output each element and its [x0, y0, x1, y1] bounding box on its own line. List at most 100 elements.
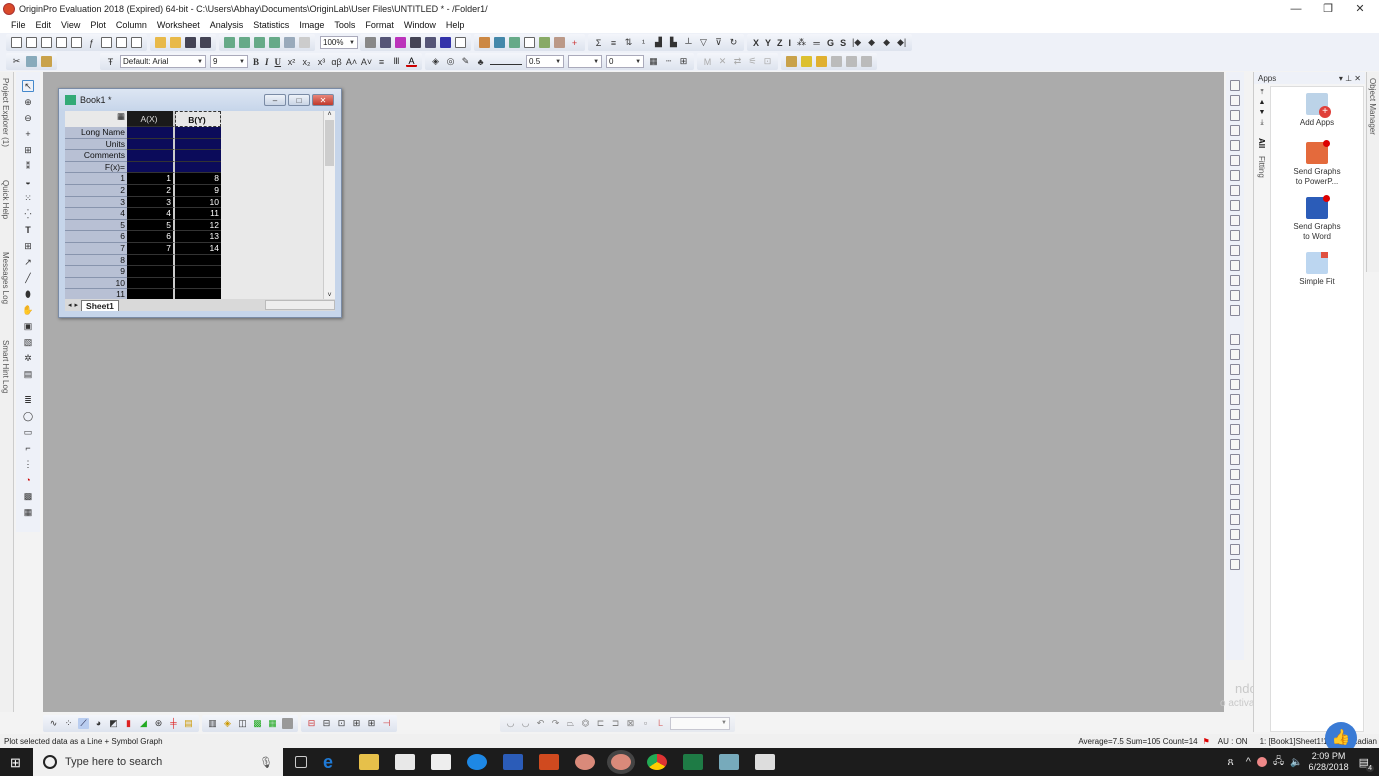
- tilt-right-icon[interactable]: ↷: [550, 718, 561, 729]
- file-explorer-icon[interactable]: [359, 754, 379, 770]
- scroll-thumb[interactable]: [325, 120, 334, 166]
- draw-data-icon[interactable]: ⁛: [22, 208, 34, 220]
- menu-view[interactable]: View: [56, 20, 85, 30]
- close-button[interactable]: ✕: [1344, 0, 1376, 17]
- label-icon[interactable]: ⁂: [796, 37, 807, 48]
- new-graph-icon[interactable]: [56, 37, 67, 48]
- select-all-corner[interactable]: ▦: [65, 111, 127, 127]
- group-icon[interactable]: [816, 56, 828, 67]
- powerpoint-taskbar-icon[interactable]: [539, 754, 559, 770]
- cut-icon[interactable]: ✂: [11, 56, 22, 67]
- row-header[interactable]: 10: [65, 277, 127, 290]
- heatmap-icon[interactable]: ▩: [252, 718, 263, 729]
- cell[interactable]: [127, 254, 175, 267]
- 3d-bars-icon[interactable]: ▥: [207, 718, 218, 729]
- superscript-icon[interactable]: x²: [286, 56, 297, 67]
- add-axis-icon[interactable]: [1230, 95, 1240, 106]
- fill-pattern-icon[interactable]: ▦: [648, 56, 659, 67]
- workbook-minimize-button[interactable]: –: [264, 94, 286, 106]
- supersubscript-icon[interactable]: x³: [316, 56, 327, 67]
- 3d-scatter-icon[interactable]: ◫: [237, 718, 248, 729]
- worksheet-grid[interactable]: ▦ A(X) B(Y) Long Name Units Comments F(x…: [65, 111, 327, 299]
- menu-statistics[interactable]: Statistics: [248, 20, 294, 30]
- volume-icon[interactable]: 🔈: [1290, 757, 1302, 768]
- align-top-icon[interactable]: [1230, 364, 1240, 375]
- pattern-color-icon[interactable]: ◎: [445, 56, 456, 67]
- text-tool-icon[interactable]: T: [22, 224, 34, 236]
- cell[interactable]: 9: [175, 184, 221, 197]
- arrange-layers-icon[interactable]: [1230, 80, 1240, 91]
- swap-icon[interactable]: ⇄: [732, 56, 743, 67]
- command-window-icon[interactable]: [425, 37, 436, 48]
- new-folder-icon[interactable]: [26, 37, 37, 48]
- row-header[interactable]: 11: [65, 289, 127, 299]
- cell[interactable]: 10: [175, 196, 221, 209]
- tab-quick-help[interactable]: Quick Help: [1, 180, 10, 219]
- fit-icon[interactable]: [1230, 559, 1240, 570]
- vertical-panel-icon[interactable]: ⊡: [336, 718, 347, 729]
- new-layout-icon[interactable]: [101, 37, 112, 48]
- app-icon[interactable]: [467, 754, 487, 770]
- nav-top-icon[interactable]: ⤒: [1256, 88, 1268, 98]
- distribute-icon[interactable]: [861, 56, 873, 67]
- cell[interactable]: 7: [127, 242, 175, 255]
- scroll-down-icon[interactable]: ˅: [324, 292, 335, 299]
- pattern-combo[interactable]: 0 ▼: [606, 55, 645, 68]
- spreadsheet-icon[interactable]: [524, 37, 535, 48]
- zoom-combo[interactable]: 100% ▼: [320, 36, 358, 49]
- align-objects-icon[interactable]: [846, 56, 858, 67]
- move-first-icon[interactable]: |◆: [851, 37, 862, 48]
- add-right-y-icon[interactable]: [1230, 275, 1240, 286]
- enlarge-icon[interactable]: ⊏: [595, 718, 606, 729]
- new-function-icon[interactable]: ƒ: [86, 37, 97, 48]
- origin-active-taskbar-icon[interactable]: [611, 754, 631, 770]
- 3d-surface-icon[interactable]: ◈: [222, 718, 233, 729]
- line-color-icon[interactable]: ✎: [460, 56, 471, 67]
- data-reader-icon[interactable]: ⊞: [22, 144, 34, 156]
- move-last-icon[interactable]: ◆|: [896, 37, 907, 48]
- microphone-icon[interactable]: 🎙: [259, 756, 273, 769]
- tray-app-icon[interactable]: [1256, 757, 1267, 767]
- insert-image-icon[interactable]: ▧: [22, 336, 34, 348]
- column-plot-icon[interactable]: ▮: [123, 718, 134, 729]
- apps-tab-all[interactable]: All: [1257, 138, 1266, 148]
- cell[interactable]: 14: [175, 242, 221, 255]
- cell[interactable]: [175, 127, 221, 139]
- app-send-graphs-powerpoint[interactable]: Send Graphs to PowerP...: [1289, 140, 1345, 187]
- cell[interactable]: [127, 127, 175, 139]
- italic-button[interactable]: I: [264, 56, 270, 67]
- row-header[interactable]: Comments: [65, 150, 127, 162]
- cell[interactable]: [127, 277, 175, 290]
- cell[interactable]: 11: [175, 208, 221, 220]
- project-explorer-icon[interactable]: [440, 37, 451, 48]
- cell[interactable]: 8: [175, 173, 221, 185]
- line-tool-icon[interactable]: ╱: [22, 272, 34, 284]
- tab-project-explorer[interactable]: Project Explorer (1): [1, 78, 10, 147]
- apps-close-icon[interactable]: ✕: [1354, 74, 1361, 83]
- perspective-icon[interactable]: ⏢: [565, 718, 576, 729]
- action-center-icon[interactable]: ▤ 4: [1359, 756, 1374, 772]
- cell[interactable]: [127, 150, 175, 162]
- app-center-icon[interactable]: [479, 37, 490, 48]
- disregard-icon[interactable]: ═: [811, 37, 822, 48]
- layer-icon[interactable]: ▤: [22, 368, 34, 380]
- resize-icon[interactable]: [1230, 544, 1240, 555]
- add-bottom-x-icon[interactable]: [1230, 230, 1240, 241]
- align-icon[interactable]: ≡: [376, 56, 387, 67]
- rotate-icon[interactable]: ✲: [22, 352, 34, 364]
- scale-bar-icon[interactable]: ⋮: [22, 458, 34, 470]
- add-left-y-icon[interactable]: [1230, 260, 1240, 271]
- columns-icon[interactable]: Ⅲ: [391, 56, 402, 67]
- set-z-button[interactable]: Z: [776, 37, 784, 48]
- cell[interactable]: [175, 150, 221, 162]
- text-box-icon[interactable]: ▭: [22, 426, 34, 438]
- circle-icon[interactable]: ◯: [22, 410, 34, 422]
- menu-column[interactable]: Column: [111, 20, 152, 30]
- line-pattern-combo[interactable]: ▼: [568, 55, 603, 68]
- menu-worksheet[interactable]: Worksheet: [152, 20, 205, 30]
- import-wizard-icon[interactable]: [269, 37, 280, 48]
- table-icon[interactable]: ⊞: [678, 56, 689, 67]
- align-right-icon[interactable]: [1230, 349, 1240, 360]
- tab-object-manager[interactable]: Object Manager: [1368, 78, 1377, 135]
- stack-icon[interactable]: ⊟: [321, 718, 332, 729]
